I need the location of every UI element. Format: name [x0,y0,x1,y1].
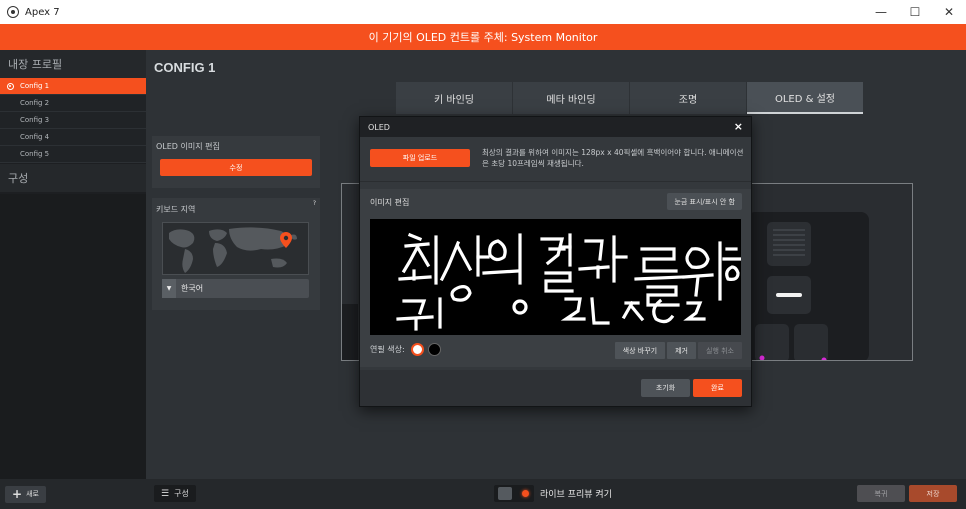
new-config-button[interactable]: + 새로 [5,485,46,503]
divider [360,181,751,182]
upload-file-button[interactable]: 파일 업로드 [370,149,470,167]
sidebar-footer: + 새로 [0,479,146,509]
sidebar-compose-list [0,194,146,479]
plus-icon: + [12,487,23,501]
oled-control-banner: 이 기기의 OLED 컨트롤 주체: System Monitor [0,24,966,50]
sidebar-item-config-3[interactable]: Config 3 [0,112,146,129]
chevron-down-icon: ▼ [162,279,176,298]
upload-info-row: 파일 업로드 최상의 결과를 위하여 이미지는 128px x 40픽셀에 흑백… [370,147,744,175]
location-pin-icon [280,232,292,248]
editor-title: 이미지 편집 [370,198,410,207]
undo-button[interactable]: 실행 취소 [698,342,742,359]
live-indicator-icon [522,490,529,497]
language-value: 한국어 [181,284,204,293]
keyboard-region-panel: 키보드 지역 ? ▼ 한국어 [152,198,320,310]
oled-image-panel: OLED 이미지 편집 수정 [152,136,320,188]
sidebar-item-label: Config 3 [20,116,50,124]
edit-actions: 색상 바꾸기 제거 실행 취소 [613,342,742,359]
oled-drawing-canvas[interactable] [370,219,742,335]
sidebar-profiles-title: 내장 프로필 [0,50,146,78]
list-icon: ☰ [161,488,170,499]
window-titlebar: Apex 7 — ☐ ✕ [0,0,966,24]
window-title: Apex 7 [25,6,60,18]
modal-header: OLED × [360,117,751,137]
bottom-bar: ☰ 구성 라이브 프리뷰 켜기 복귀 저장 [146,479,966,509]
sidebar: 내장 프로필 Config 1 Config 2 Config 3 Config… [0,50,146,509]
region-panel-title: 키보드 지역 [156,205,196,214]
window-controls: — ☐ ✕ [864,0,966,24]
image-info-text: 최상의 결과를 위하여 이미지는 128px x 40픽셀에 흑백이어야 합니다… [482,148,744,168]
world-map-graphic [169,227,297,273]
pen-color-white-swatch[interactable] [410,343,424,356]
image-editor: 이미지 편집 눈금 표시/표시 안 함 연필 색상: 색상 바꾸기 제거 실행 … [360,189,751,367]
live-preview-label: 라이브 프리뷰 켜기 [540,490,612,500]
page-title: CONFIG 1 [154,60,216,75]
tab-key-binding[interactable]: 키 바인딩 [396,82,512,114]
maximize-button[interactable]: ☐ [898,0,932,24]
done-button[interactable]: 완료 [693,379,742,397]
sidebar-item-config-2[interactable]: Config 2 [0,95,146,112]
language-select[interactable]: ▼ 한국어 [162,279,309,298]
edit-oled-button[interactable]: 수정 [160,159,312,176]
minimize-button[interactable]: — [864,0,898,24]
revert-button[interactable]: 복귀 [857,485,905,502]
sidebar-item-config-1[interactable]: Config 1 [0,78,146,95]
new-button-label: 새로 [26,490,39,498]
save-button[interactable]: 저장 [909,485,957,502]
sidebar-item-label: Config 1 [20,82,50,90]
sidebar-item-label: Config 5 [20,150,50,158]
oled-panel-title: OLED 이미지 편집 [156,142,220,151]
reset-button[interactable]: 초기화 [641,379,690,397]
toggle-knob [498,487,512,500]
app-logo-icon [7,6,19,18]
oled-editor-modal: OLED × 파일 업로드 최상의 결과를 위하여 이미지는 128px x 4… [359,116,752,407]
pen-color-black-swatch[interactable] [427,343,441,356]
sidebar-item-label: Config 4 [20,133,50,141]
tab-bar: 키 바인딩 메타 바인딩 조명 OLED & 설정 [396,82,864,114]
handwriting-drawing [396,232,742,331]
clear-button[interactable]: 제거 [667,342,696,359]
modal-title: OLED [368,122,390,132]
pen-color-label: 연필 색상: [370,345,405,354]
pen-color-row: 연필 색상: [370,343,441,356]
modal-footer: 초기화 완료 [360,370,751,406]
tab-oled-settings[interactable]: OLED & 설정 [747,82,863,114]
world-map[interactable] [162,222,309,275]
sidebar-item-config-5[interactable]: Config 5 [0,146,146,163]
close-window-button[interactable]: ✕ [932,0,966,24]
live-preview-toggle[interactable] [494,485,534,502]
active-radio-icon [7,83,14,90]
compose-button-label: 구성 [174,489,189,498]
invert-colors-button[interactable]: 색상 바꾸기 [614,342,666,359]
help-icon[interactable]: ? [313,200,316,207]
compose-button[interactable]: ☰ 구성 [154,485,196,502]
tab-lighting[interactable]: 조명 [630,82,746,114]
close-icon[interactable]: × [734,120,743,133]
grid-toggle-button[interactable]: 눈금 표시/표시 안 함 [667,193,742,210]
sidebar-item-label: Config 2 [20,99,50,107]
tab-meta-binding[interactable]: 메타 바인딩 [513,82,629,114]
sidebar-item-config-4[interactable]: Config 4 [0,129,146,146]
sidebar-compose-title: 구성 [0,164,146,192]
